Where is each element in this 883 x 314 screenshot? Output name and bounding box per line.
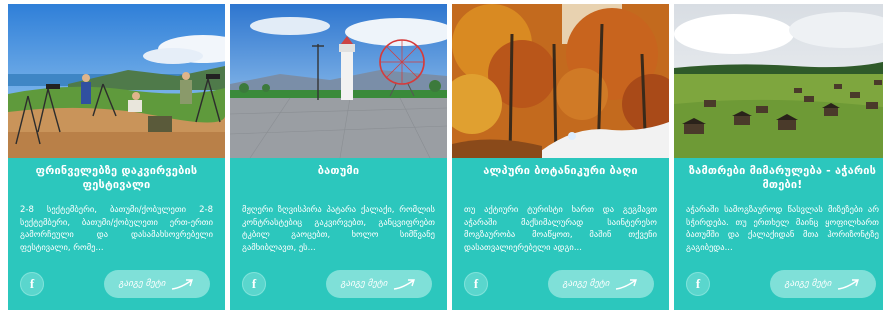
card-description: 2-8 სექტემბერი, ბათუმი/ქობულეთი 2-8 სექტ… xyxy=(20,205,213,253)
card-title[interactable]: ფრინველებზე დაკვირვების ფესტივალი xyxy=(16,164,217,192)
card-photo[interactable] xyxy=(674,4,883,158)
card-grid: ფრინველებზე დაკვირვების ფესტივალი 2-8 სე… xyxy=(0,0,883,314)
read-more-label: გაიგე მეტი xyxy=(784,279,832,289)
read-more-label: გაიგე მეტი xyxy=(340,279,388,289)
read-more-button[interactable]: გაიგე მეტი xyxy=(104,270,210,298)
card-mountains[interactable]: ზამთრები მიმარულება - აჭარის მთები! აჭარ… xyxy=(674,4,883,310)
arrow-right-icon xyxy=(616,279,638,290)
read-more-label: გაიგე მეტი xyxy=(562,279,610,289)
card-photo[interactable] xyxy=(8,4,225,158)
arrow-right-icon xyxy=(172,279,194,290)
card-title[interactable]: ბათუმი xyxy=(238,164,439,178)
autumn-forest-photo xyxy=(452,4,669,158)
arrow-right-icon xyxy=(838,279,860,290)
card-alpine-garden[interactable]: ალპური ბოტანიკური ბაღი თუ აქტიური ტურისტ… xyxy=(452,4,669,310)
batumi-photo xyxy=(230,4,447,158)
card-batumi[interactable]: ბათუმი მჟღერი ზღვისპირა პატარა ქალაქი, რ… xyxy=(230,4,447,310)
card-birdwatching[interactable]: ფრინველებზე დაკვირვების ფესტივალი 2-8 სე… xyxy=(8,4,225,310)
card-description: აჭარაში სამოგზაუროდ წასვლას მიზეზები არ … xyxy=(686,205,879,253)
read-more-button[interactable]: გაიგე მეტი xyxy=(770,270,876,298)
card-description: თუ აქტიური ტურისტი ხართ და გეგმავთ აჭარა… xyxy=(464,205,657,253)
read-more-button[interactable]: გაიგე მეტი xyxy=(326,270,432,298)
facebook-icon[interactable]: f xyxy=(686,272,710,296)
card-title[interactable]: ზამთრები მიმარულება - აჭარის მთები! xyxy=(682,164,883,192)
facebook-icon[interactable]: f xyxy=(20,272,44,296)
mountain-meadow-photo xyxy=(674,4,883,158)
read-more-button[interactable]: გაიგე მეტი xyxy=(548,270,654,298)
birdwatchers-photo xyxy=(8,4,225,158)
facebook-icon[interactable]: f xyxy=(242,272,266,296)
read-more-label: გაიგე მეტი xyxy=(118,279,166,289)
card-description: მჟღერი ზღვისპირა პატარა ქალაქი, რომლის კ… xyxy=(242,205,435,253)
facebook-icon[interactable]: f xyxy=(464,272,488,296)
arrow-right-icon xyxy=(394,279,416,290)
card-title[interactable]: ალპური ბოტანიკური ბაღი xyxy=(460,164,661,178)
card-photo[interactable] xyxy=(230,4,447,158)
card-photo[interactable] xyxy=(452,4,669,158)
